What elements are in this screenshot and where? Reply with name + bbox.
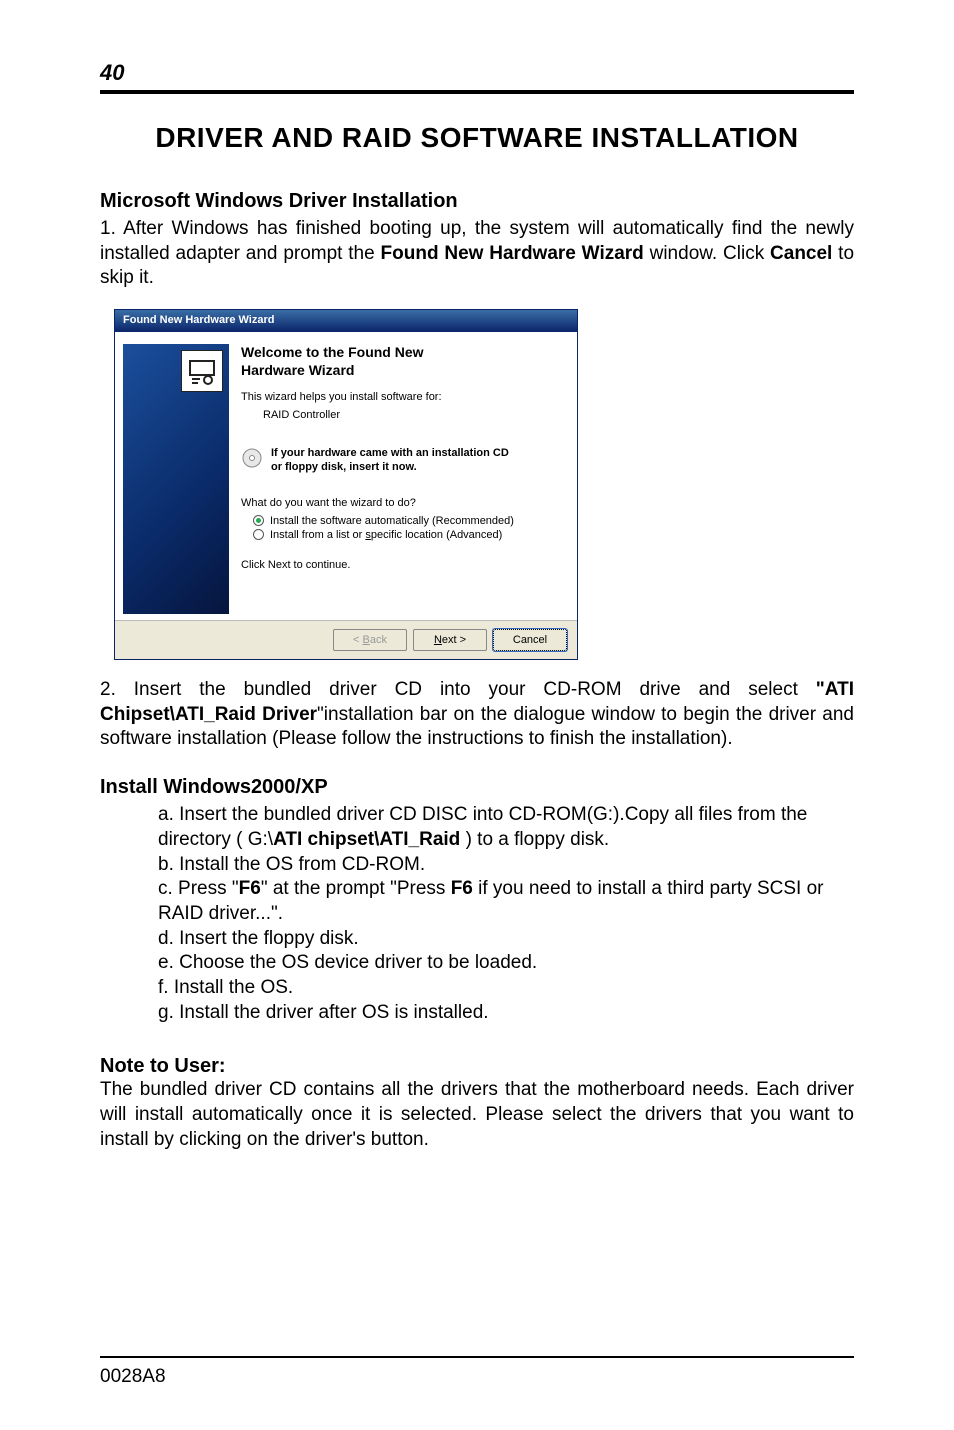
wizard-window: Found New Hardware Wizard Welcome to the…	[114, 309, 578, 660]
hardware-icon	[181, 350, 223, 392]
back-button[interactable]: < Back	[333, 629, 407, 651]
paragraph-1: 1. After Windows has finished booting up…	[100, 217, 854, 291]
wizard-cd-l1: If your hardware came with an installati…	[271, 447, 509, 459]
wizard-device-name: RAID Controller	[263, 409, 565, 421]
step-e: e. Choose the OS device driver to be loa…	[158, 951, 854, 976]
opt2-pre: Install from a list or	[270, 529, 365, 541]
wizard-cd-row: If your hardware came with an installati…	[241, 447, 565, 475]
wizard-content: Welcome to the Found New Hardware Wizard…	[241, 344, 565, 614]
radio-unchecked-icon	[253, 529, 264, 540]
step-b: b. Install the OS from CD-ROM.	[158, 853, 854, 878]
wizard-option-auto[interactable]: Install the software automatically (Reco…	[253, 515, 565, 527]
next-key: N	[434, 634, 442, 646]
wizard-continue-text: Click Next to continue.	[241, 559, 565, 571]
wizard-footer: < Back Next > Cancel	[115, 620, 577, 659]
para1-bold-wizard: Found New Hardware Wizard	[381, 243, 644, 264]
footer-rule	[100, 1356, 854, 1358]
note-body: The bundled driver CD contains all the d…	[100, 1078, 854, 1152]
wizard-body: Welcome to the Found New Hardware Wizard…	[115, 332, 577, 620]
next-button[interactable]: Next >	[413, 629, 487, 651]
step-c: c. Press "F6" at the prompt "Press F6 if…	[158, 877, 854, 926]
note-heading: Note to User:	[100, 1055, 854, 1078]
wizard-cd-l2: or floppy disk, insert it now.	[271, 461, 417, 473]
next-post: ext >	[442, 634, 466, 646]
wizard-cd-text: If your hardware came with an installati…	[271, 447, 509, 475]
back-key: B	[363, 634, 370, 646]
radio-checked-icon	[253, 515, 264, 526]
para1-bold-cancel: Cancel	[770, 243, 832, 264]
opt2-post: pecific location (Advanced)	[371, 529, 502, 541]
step-a-post: ) to a floppy disk.	[460, 829, 609, 850]
step-c-bold1: F6	[239, 878, 261, 899]
section-heading-install-win: Install Windows2000/XP	[100, 776, 854, 799]
step-f: f. Install the OS.	[158, 976, 854, 1001]
back-post: ack	[370, 634, 387, 646]
wizard-option-auto-label: Install the software automatically (Reco…	[270, 515, 514, 527]
wizard-welcome: Welcome to the Found New Hardware Wizard	[241, 344, 565, 379]
section-heading-ms-windows: Microsoft Windows Driver Installation	[100, 190, 854, 213]
top-rule	[100, 90, 854, 94]
main-title: DRIVER AND RAID SOFTWARE INSTALLATION	[100, 122, 854, 154]
cd-icon	[241, 447, 263, 469]
step-c-bold2: F6	[451, 878, 473, 899]
wizard-screenshot: Found New Hardware Wizard Welcome to the…	[114, 309, 854, 660]
para1-text-b: window. Click	[644, 243, 770, 264]
wizard-option-specific[interactable]: Install from a list or specific location…	[253, 529, 565, 541]
page-number: 40	[100, 60, 854, 86]
step-d: d. Insert the floppy disk.	[158, 927, 854, 952]
paragraph-2: 2. Insert the bundled driver CD into you…	[100, 678, 854, 752]
footer-code: 0028A8	[100, 1366, 166, 1388]
wizard-sidebar-graphic	[123, 344, 229, 614]
wizard-option-specific-label: Install from a list or specific location…	[270, 529, 502, 541]
step-c-pre: c. Press "	[158, 878, 239, 899]
wizard-welcome-l2: Hardware Wizard	[241, 362, 354, 378]
step-g: g. Install the driver after OS is instal…	[158, 1001, 854, 1026]
wizard-helps-text: This wizard helps you install software f…	[241, 391, 565, 403]
step-a-bold: ATI chipset\ATI_Raid	[273, 829, 460, 850]
cancel-button[interactable]: Cancel	[493, 629, 567, 651]
wizard-question: What do you want the wizard to do?	[241, 497, 565, 509]
back-pre: <	[353, 634, 362, 646]
install-steps: a. Insert the bundled driver CD DISC int…	[158, 803, 854, 1025]
wizard-titlebar: Found New Hardware Wizard	[115, 310, 577, 332]
wizard-sidebar	[123, 344, 229, 614]
wizard-welcome-l1: Welcome to the Found New	[241, 344, 424, 360]
step-c-mid: " at the prompt "Press	[261, 878, 451, 899]
step-a: a. Insert the bundled driver CD DISC int…	[158, 803, 854, 852]
para2-text-a: 2. Insert the bundled driver CD into you…	[100, 679, 816, 700]
